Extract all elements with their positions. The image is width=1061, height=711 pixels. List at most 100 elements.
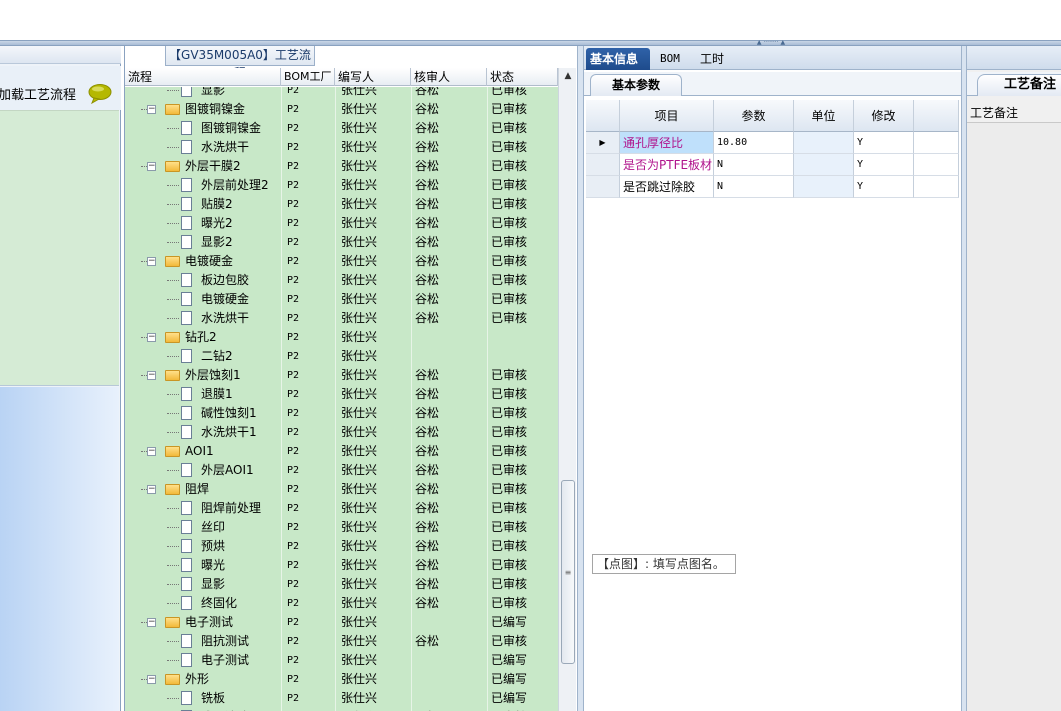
collapse-toggle-icon[interactable]: −: [147, 485, 156, 494]
tree-leaf-row[interactable]: 二钻2 P2 张仕兴: [125, 347, 558, 366]
collapse-toggle-icon[interactable]: −: [147, 257, 156, 266]
tree-node-label[interactable]: 贴膜2: [201, 195, 233, 214]
tree-node-label[interactable]: 外层蚀刻1: [185, 366, 241, 385]
tree-folder-row[interactable]: − 图镀铜镍金 P2 张仕兴 谷松 已审核: [125, 100, 558, 119]
tree-node-label[interactable]: 电子测试: [201, 651, 249, 670]
tree-leaf-row[interactable]: 终固化 P2 张仕兴 谷松 已审核: [125, 594, 558, 613]
tree-node-label[interactable]: 曝光2: [201, 214, 233, 233]
tree-node-label[interactable]: 图镀铜镍金: [201, 119, 261, 138]
collapse-toggle-icon[interactable]: −: [147, 447, 156, 456]
row-indicator[interactable]: [586, 154, 620, 176]
tree-leaf-row[interactable]: 阻抗测试 P2 张仕兴 谷松 已审核: [125, 632, 558, 651]
tree-leaf-row[interactable]: 电子测试 P2 张仕兴 已编写: [125, 651, 558, 670]
load-process-label[interactable]: 加载工艺流程: [0, 84, 76, 103]
tree-folder-row[interactable]: − AOI1 P2 张仕兴 谷松 已审核: [125, 442, 558, 461]
tree-leaf-row[interactable]: 显影2 P2 张仕兴 谷松 已审核: [125, 233, 558, 252]
collapse-toggle-icon[interactable]: −: [147, 618, 156, 627]
tree-node-label[interactable]: 显影: [201, 87, 225, 100]
tree-leaf-row[interactable]: 预烘 P2 张仕兴 谷松 已审核: [125, 537, 558, 556]
tree-node-label[interactable]: 显影: [201, 575, 225, 594]
tab-bom[interactable]: BOM: [656, 48, 684, 70]
tree-leaf-row[interactable]: 水洗烘干 P2 张仕兴 谷松 已审核: [125, 309, 558, 328]
tree-leaf-row[interactable]: 曝光2 P2 张仕兴 谷松 已审核: [125, 214, 558, 233]
tree-node-label[interactable]: 碱性蚀刻1: [201, 404, 257, 423]
tree-leaf-row[interactable]: 显影 P2 张仕兴 谷松 已审核: [125, 87, 558, 100]
tree-folder-row[interactable]: − 外层蚀刻1 P2 张仕兴 谷松 已审核: [125, 366, 558, 385]
column-header-status[interactable]: 状态: [487, 68, 558, 86]
tree-node-label[interactable]: 外层AOI1: [201, 461, 254, 480]
column-header-bom-factory[interactable]: BOM工厂: [281, 68, 335, 86]
speech-bubble-icon[interactable]: [88, 84, 112, 104]
tree-node-label[interactable]: 水洗烘干1: [201, 423, 257, 442]
tree-node-label[interactable]: 显影2: [201, 233, 233, 252]
tree-leaf-row[interactable]: 外层前处理2 P2 张仕兴 谷松 已审核: [125, 176, 558, 195]
column-header-flow[interactable]: 流程: [125, 68, 281, 86]
tree-node-label[interactable]: 外形: [185, 670, 209, 689]
tree-folder-row[interactable]: − 电子测试 P2 张仕兴 已编写: [125, 613, 558, 632]
grid-header-item[interactable]: 项目: [620, 100, 714, 132]
tab-basic-info[interactable]: 基本信息: [586, 48, 650, 70]
tree-leaf-row[interactable]: 阻焊前处理 P2 张仕兴 谷松 已审核: [125, 499, 558, 518]
row-indicator-icon[interactable]: ▶: [586, 132, 620, 154]
tab-basic-params[interactable]: 基本参数: [590, 74, 682, 96]
tree-node-label[interactable]: 水洗烘干: [201, 309, 249, 328]
grid-cell-unit[interactable]: [794, 176, 854, 198]
grid-cell-modify[interactable]: Y: [854, 176, 914, 198]
grid-cell-param[interactable]: 10.80: [714, 132, 794, 154]
grid-cell-item[interactable]: 是否跳过除胶: [620, 176, 714, 198]
tree-folder-row[interactable]: − 阻焊 P2 张仕兴 谷松 已审核: [125, 480, 558, 499]
tree-leaf-row[interactable]: 丝印 P2 张仕兴 谷松 已审核: [125, 518, 558, 537]
collapse-toggle-icon[interactable]: −: [147, 371, 156, 380]
tree-leaf-row[interactable]: 图镀铜镍金 P2 张仕兴 谷松 已审核: [125, 119, 558, 138]
tree-node-label[interactable]: 图镀铜镍金: [185, 100, 245, 119]
tree-folder-row[interactable]: − 外层干膜2 P2 张仕兴 谷松 已审核: [125, 157, 558, 176]
tree-leaf-row[interactable]: 显影 P2 张仕兴 谷松 已审核: [125, 575, 558, 594]
tree-main-splitter[interactable]: [577, 46, 584, 711]
grid-header-unit[interactable]: 单位: [794, 100, 854, 132]
collapse-toggle-icon[interactable]: −: [147, 333, 156, 342]
tree-node-label[interactable]: 终固化: [201, 594, 237, 613]
collapse-toggle-icon[interactable]: −: [147, 162, 156, 171]
tree-node-label[interactable]: 板边包胶: [201, 271, 249, 290]
tree-node-label[interactable]: 外层前处理2: [201, 176, 269, 195]
grid-cell-modify[interactable]: Y: [854, 154, 914, 176]
grid-cell-unit[interactable]: [794, 132, 854, 154]
collapse-toggle-icon[interactable]: −: [147, 105, 156, 114]
grid-cell-modify[interactable]: Y: [854, 132, 914, 154]
grid-row[interactable]: 是否跳过除胶 N Y: [586, 176, 959, 198]
grid-row[interactable]: ▶ 通孔厚径比 10.80 Y: [586, 132, 959, 154]
process-remarks-textarea[interactable]: [967, 122, 1061, 711]
tree-node-label[interactable]: 二钻2: [201, 347, 233, 366]
collapse-toggle-icon[interactable]: −: [147, 675, 156, 684]
scroll-up-arrow-icon[interactable]: ▲: [562, 70, 574, 82]
tree-node-label[interactable]: 电镀硬金: [185, 252, 233, 271]
tree-scrollbar[interactable]: ▲ ≡: [558, 68, 576, 711]
grid-cell-item[interactable]: 是否为PTFE板材: [620, 154, 714, 176]
tab-process-remarks[interactable]: 工艺备注: [977, 74, 1061, 96]
grid-cell-unit[interactable]: [794, 154, 854, 176]
row-indicator[interactable]: [586, 176, 620, 198]
tab-work-hours[interactable]: 工时: [696, 48, 728, 70]
tree-node-label[interactable]: 丝印: [201, 518, 225, 537]
tree-leaf-row[interactable]: 铣板 P2 张仕兴 已编写: [125, 689, 558, 708]
tree-node-label[interactable]: 铣板: [201, 689, 225, 708]
tree-folder-row[interactable]: − 钻孔2 P2 张仕兴: [125, 328, 558, 347]
tree-folder-row[interactable]: − 外形 P2 张仕兴 已编写: [125, 670, 558, 689]
grid-cell-param[interactable]: N: [714, 154, 794, 176]
tree-leaf-row[interactable]: 板边包胶 P2 张仕兴 谷松 已审核: [125, 271, 558, 290]
tree-node-label[interactable]: 预烘: [201, 537, 225, 556]
tree-leaf-row[interactable]: 电镀硬金 P2 张仕兴 谷松 已审核: [125, 290, 558, 309]
scroll-thumb[interactable]: ≡: [561, 480, 575, 664]
tree-leaf-row[interactable]: 外层AOI1 P2 张仕兴 谷松 已审核: [125, 461, 558, 480]
grid-header-param[interactable]: 参数: [714, 100, 794, 132]
column-header-writer[interactable]: 编写人: [335, 68, 411, 86]
grid-row[interactable]: 是否为PTFE板材 N Y: [586, 154, 959, 176]
tree-node-label[interactable]: AOI1: [185, 442, 214, 461]
tree-node-label[interactable]: 退膜1: [201, 385, 233, 404]
tree-node-label[interactable]: 阻焊: [185, 480, 209, 499]
tree-node-label[interactable]: 电镀硬金: [201, 290, 249, 309]
tree-leaf-row[interactable]: 退膜1 P2 张仕兴 谷松 已审核: [125, 385, 558, 404]
tree-node-label[interactable]: 水洗烘干: [201, 138, 249, 157]
grid-cell-item[interactable]: 通孔厚径比: [620, 132, 714, 154]
tree-leaf-row[interactable]: 水洗烘干 P2 张仕兴 谷松 已审核: [125, 138, 558, 157]
